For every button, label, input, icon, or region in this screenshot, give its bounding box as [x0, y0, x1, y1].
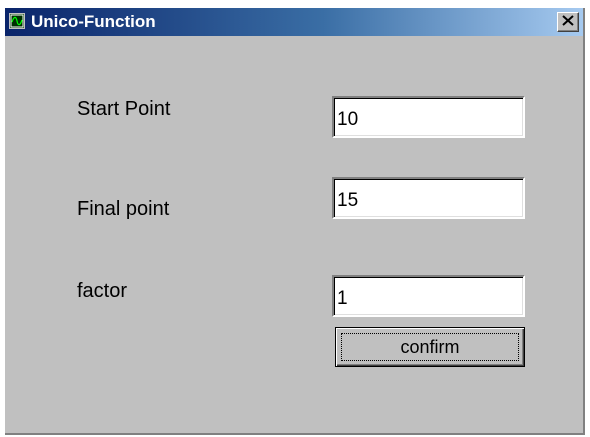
factor-input[interactable]	[332, 275, 525, 317]
function-graph-icon	[9, 13, 25, 29]
start-point-label: Start Point	[77, 98, 171, 120]
factor-label: factor	[77, 280, 128, 302]
unico-function-window: Unico-Function Start Point Final point f…	[5, 8, 585, 435]
confirm-label: confirm	[341, 333, 519, 361]
final-point-input[interactable]	[332, 177, 525, 219]
window-title: Unico-Function	[31, 12, 156, 31]
close-icon	[562, 13, 574, 31]
confirm-button[interactable]: confirm	[335, 327, 525, 367]
final-point-label: Final point	[77, 198, 170, 220]
close-button[interactable]	[557, 12, 579, 32]
start-point-input[interactable]	[332, 96, 525, 138]
title-bar[interactable]: Unico-Function	[5, 8, 583, 36]
